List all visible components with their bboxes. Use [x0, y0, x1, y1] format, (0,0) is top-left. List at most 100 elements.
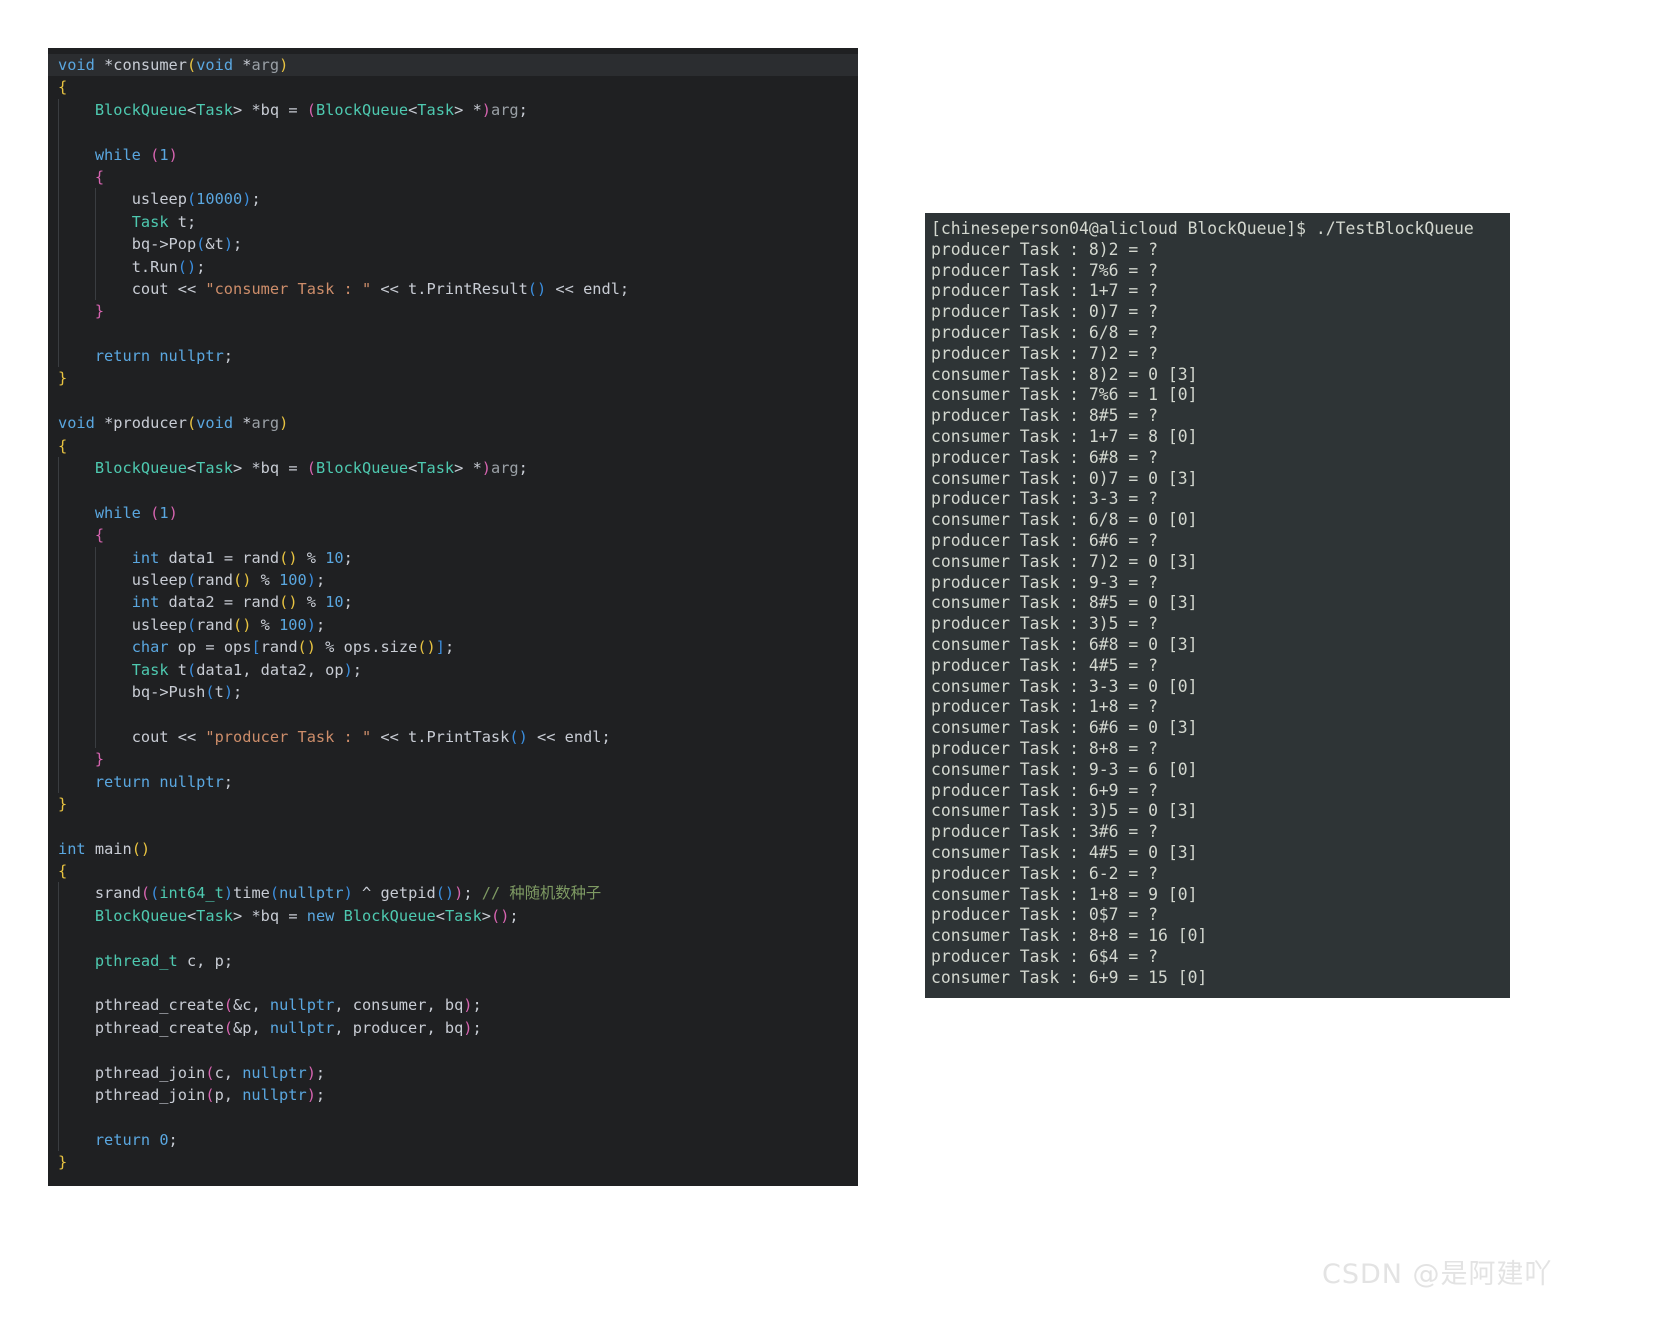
code-line[interactable]: bq->Push(t);: [48, 681, 858, 703]
code-line-content: [58, 817, 67, 835]
code-line-content: int main(): [58, 840, 150, 858]
code-line[interactable]: int data1 = rand() % 10;: [48, 547, 858, 569]
code-line-content: bq->Push(t);: [58, 683, 242, 701]
indent-guide: [95, 211, 96, 233]
code-line[interactable]: [48, 390, 858, 412]
code-line[interactable]: }: [48, 748, 858, 770]
indent-guide: [58, 502, 59, 524]
code-line-content: int data1 = rand() % 10;: [58, 549, 353, 567]
code-line[interactable]: {: [48, 860, 858, 882]
indent-guide: [58, 1062, 59, 1084]
terminal-line-list[interactable]: [chineseperson04@alicloud BlockQueue]$ .…: [925, 213, 1510, 988]
code-line-content: usleep(rand() % 100);: [58, 616, 325, 634]
terminal-output-line: producer Task : 0)7 = ?: [931, 302, 1510, 323]
code-line-content: [58, 123, 67, 141]
code-line[interactable]: Task t;: [48, 211, 858, 233]
code-line[interactable]: {: [48, 76, 858, 98]
code-line[interactable]: [48, 703, 858, 725]
code-line[interactable]: [48, 1106, 858, 1128]
code-line[interactable]: pthread_create(&p, nullptr, producer, bq…: [48, 1017, 858, 1039]
code-line[interactable]: [48, 121, 858, 143]
code-line-content: [58, 705, 67, 723]
code-line[interactable]: [48, 323, 858, 345]
code-line-content: char op = ops[rand() % ops.size()];: [58, 638, 454, 656]
code-line[interactable]: cout << "consumer Task : " << t.PrintRes…: [48, 278, 858, 300]
code-line[interactable]: [48, 815, 858, 837]
code-editor-panel[interactable]: void *consumer(void *arg) { BlockQueue<Ta…: [48, 48, 858, 1186]
code-line[interactable]: BlockQueue<Task> *bq = (BlockQueue<Task>…: [48, 99, 858, 121]
code-line-content: while (1): [58, 146, 178, 164]
indent-guide: [58, 479, 59, 501]
terminal-output-line: producer Task : 4#5 = ?: [931, 656, 1510, 677]
code-line[interactable]: while (1): [48, 144, 858, 166]
indent-guide: [95, 681, 96, 703]
indent-guide: [58, 927, 59, 949]
code-line[interactable]: BlockQueue<Task> *bq = (BlockQueue<Task>…: [48, 457, 858, 479]
code-line[interactable]: while (1): [48, 502, 858, 524]
code-line[interactable]: pthread_create(&c, nullptr, consumer, bq…: [48, 994, 858, 1016]
code-line[interactable]: }: [48, 793, 858, 815]
code-line[interactable]: }: [48, 1151, 858, 1173]
indent-guide: [58, 771, 59, 793]
code-line[interactable]: [48, 927, 858, 949]
code-line[interactable]: bq->Pop(&t);: [48, 233, 858, 255]
code-line-content: while (1): [58, 504, 178, 522]
code-line[interactable]: [48, 972, 858, 994]
indent-guide: [58, 188, 59, 210]
indent-guide: [58, 345, 59, 367]
code-line-content: return nullptr;: [58, 347, 233, 365]
terminal-panel[interactable]: [chineseperson04@alicloud BlockQueue]$ .…: [925, 213, 1510, 998]
code-line[interactable]: pthread_join(c, nullptr);: [48, 1062, 858, 1084]
code-line-content: {: [58, 78, 67, 96]
indent-guide: [58, 905, 59, 927]
code-line[interactable]: char op = ops[rand() % ops.size()];: [48, 636, 858, 658]
terminal-output-line: consumer Task : 0)7 = 0 [3]: [931, 469, 1510, 490]
code-line-content: Task t(data1, data2, op);: [58, 661, 362, 679]
code-line[interactable]: void *consumer(void *arg): [48, 54, 858, 76]
code-line[interactable]: }: [48, 367, 858, 389]
indent-guide: [58, 99, 59, 121]
indent-guide: [95, 233, 96, 255]
code-line[interactable]: t.Run();: [48, 256, 858, 278]
terminal-output-line: producer Task : 6#6 = ?: [931, 531, 1510, 552]
code-line[interactable]: [48, 1039, 858, 1061]
indent-guide: [95, 256, 96, 278]
code-line-content: }: [58, 795, 67, 813]
code-line-content: }: [58, 302, 104, 320]
code-line[interactable]: int main(): [48, 838, 858, 860]
code-line[interactable]: srand((int64_t)time(nullptr) ^ getpid())…: [48, 882, 858, 904]
terminal-output-line: consumer Task : 3-3 = 0 [0]: [931, 677, 1510, 698]
code-line[interactable]: {: [48, 524, 858, 546]
code-line[interactable]: [48, 479, 858, 501]
code-line[interactable]: Task t(data1, data2, op);: [48, 659, 858, 681]
indent-guide: [95, 278, 96, 300]
indent-guide: [58, 569, 59, 591]
code-line[interactable]: pthread_t c, p;: [48, 950, 858, 972]
terminal-output-line: consumer Task : 7)2 = 0 [3]: [931, 552, 1510, 573]
csdn-watermark: CSDN @是阿建吖: [1322, 1252, 1553, 1291]
code-line-content: [58, 929, 67, 947]
code-line-content: void *producer(void *arg): [58, 414, 288, 432]
code-line[interactable]: cout << "producer Task : " << t.PrintTas…: [48, 726, 858, 748]
terminal-output-line: consumer Task : 9-3 = 6 [0]: [931, 760, 1510, 781]
code-line-content: [58, 392, 67, 410]
terminal-output-line: producer Task : 7)2 = ?: [931, 344, 1510, 365]
terminal-output-line: producer Task : 8)2 = ?: [931, 240, 1510, 261]
code-line-list[interactable]: void *consumer(void *arg) { BlockQueue<Ta…: [48, 48, 858, 1174]
code-line[interactable]: int data2 = rand() % 10;: [48, 591, 858, 613]
code-line-content: cout << "consumer Task : " << t.PrintRes…: [58, 280, 629, 298]
code-line[interactable]: {: [48, 435, 858, 457]
code-line[interactable]: return nullptr;: [48, 345, 858, 367]
code-line[interactable]: {: [48, 166, 858, 188]
code-line-content: {: [58, 168, 104, 186]
code-line[interactable]: return 0;: [48, 1129, 858, 1151]
code-line[interactable]: pthread_join(p, nullptr);: [48, 1084, 858, 1106]
code-line[interactable]: void *producer(void *arg): [48, 412, 858, 434]
code-line[interactable]: usleep(10000);: [48, 188, 858, 210]
code-line-content: [58, 481, 67, 499]
code-line[interactable]: }: [48, 300, 858, 322]
code-line[interactable]: return nullptr;: [48, 771, 858, 793]
code-line[interactable]: usleep(rand() % 100);: [48, 569, 858, 591]
code-line[interactable]: usleep(rand() % 100);: [48, 614, 858, 636]
code-line[interactable]: BlockQueue<Task> *bq = new BlockQueue<Ta…: [48, 905, 858, 927]
